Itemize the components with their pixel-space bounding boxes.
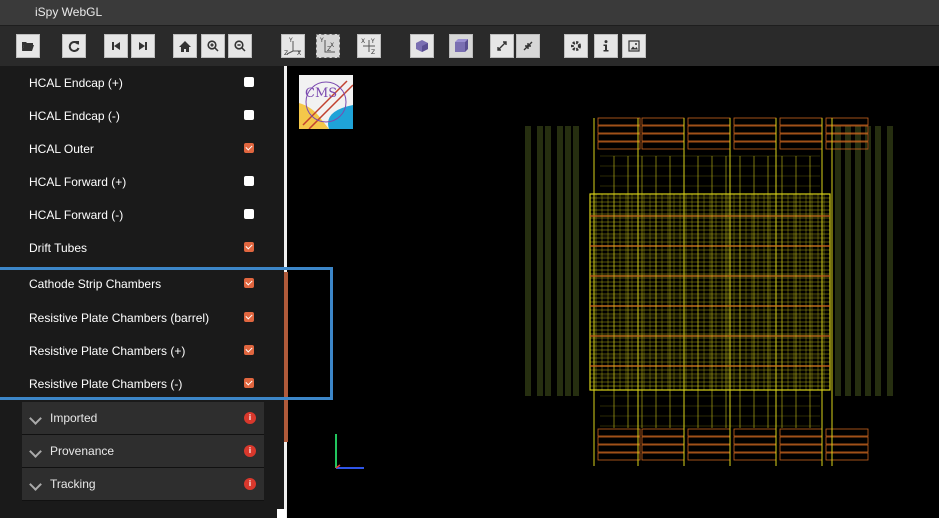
enter-fullscreen-button[interactable]: [490, 34, 514, 58]
layer-checkbox[interactable]: [244, 110, 254, 120]
zoom-out-button[interactable]: [228, 34, 252, 58]
info-badge: i: [244, 478, 256, 490]
previous-event-button[interactable]: [104, 34, 128, 58]
info-icon: [603, 40, 609, 52]
compress-icon: [523, 41, 533, 51]
zoom-in-button[interactable]: [201, 34, 225, 58]
axis-label: Z: [327, 46, 331, 53]
layer-label: HCAL Forward (-): [29, 208, 124, 222]
open-file-button[interactable]: [16, 34, 40, 58]
settings-button[interactable]: [564, 34, 588, 58]
expand-icon: [497, 41, 507, 51]
layer-checkbox[interactable]: [244, 77, 254, 87]
gear-icon: [571, 41, 581, 51]
layer-checkbox[interactable]: [244, 143, 254, 153]
view-rz-button[interactable]: X Y Z: [357, 34, 381, 58]
section-label: Provenance: [50, 444, 115, 458]
zoom-out-icon: [234, 40, 246, 52]
view-rphi-button[interactable]: Y X Z: [316, 34, 340, 58]
layer-checkbox[interactable]: [244, 242, 254, 252]
layer-label: HCAL Forward (+): [29, 175, 127, 189]
folder-open-icon: [22, 42, 34, 51]
cube-perspective-icon: [416, 40, 428, 52]
layer-label: HCAL Outer: [29, 142, 94, 156]
info-badge: i: [244, 412, 256, 424]
chevron-down-icon: [29, 478, 42, 491]
title-bar: iSpy WebGL: [0, 0, 939, 26]
section-label: Tracking: [50, 477, 96, 491]
layer-label: HCAL Endcap (+): [29, 76, 123, 90]
layer-row[interactable]: HCAL Outer: [0, 132, 270, 165]
section-provenance[interactable]: Provenance i: [22, 435, 264, 468]
exit-fullscreen-button[interactable]: [516, 34, 540, 58]
home-icon: [179, 40, 191, 52]
step-forward-icon: [139, 42, 147, 50]
zoom-in-icon: [207, 40, 219, 52]
cube-ortho-icon: [455, 39, 468, 52]
section-label: Imported: [50, 411, 98, 425]
layer-row[interactable]: HCAL Forward (-): [0, 198, 270, 231]
app-title: iSpy WebGL: [35, 5, 103, 19]
axis-label: Y: [288, 37, 293, 44]
axis-label: Z: [371, 49, 375, 56]
next-event-button[interactable]: [131, 34, 155, 58]
layer-row[interactable]: Drift Tubes: [0, 231, 270, 264]
image-icon: [628, 40, 640, 52]
cms-detector-wireframe: [525, 117, 893, 466]
detector-view: [335, 117, 893, 469]
section-imported[interactable]: Imported i: [22, 402, 264, 435]
perspective-button[interactable]: [410, 34, 434, 58]
layer-label: Drift Tubes: [29, 241, 88, 255]
toolbar: Y Z X Y X Z X Y Z: [0, 26, 939, 66]
chevron-down-icon: [29, 412, 42, 425]
axis-label: X: [297, 50, 301, 56]
orthographic-button[interactable]: [449, 34, 473, 58]
axis-label: Z: [284, 50, 288, 56]
layer-row[interactable]: HCAL Forward (+): [0, 165, 270, 198]
axes-rphi-icon: Y X Z: [319, 37, 335, 53]
layer-checkbox[interactable]: [244, 209, 254, 219]
axes-indicator: [335, 434, 364, 469]
axis-label: Y: [370, 38, 375, 45]
layer-row[interactable]: HCAL Endcap (+): [0, 66, 270, 99]
logo-text: CMS: [305, 86, 337, 101]
layer-label: HCAL Endcap (-): [29, 109, 120, 123]
section-tracking[interactable]: Tracking i: [22, 468, 264, 501]
cms-logo: CMS: [299, 75, 354, 130]
highlight-box: [0, 267, 333, 400]
axes-rz-icon: X Y Z: [361, 38, 375, 56]
axis-label: Y: [319, 37, 324, 44]
step-backward-icon: [112, 42, 120, 50]
info-button[interactable]: [594, 34, 618, 58]
resize-handle[interactable]: [277, 509, 286, 518]
chevron-down-icon: [29, 445, 42, 458]
info-badge: i: [244, 445, 256, 457]
axes-3d-icon: Y Z X: [284, 37, 301, 56]
axis-label: X: [361, 38, 365, 45]
home-button[interactable]: [173, 34, 197, 58]
view-3d-button[interactable]: Y Z X: [281, 34, 305, 58]
refresh-icon: [68, 41, 80, 52]
reload-button[interactable]: [62, 34, 86, 58]
screenshot-button[interactable]: [622, 34, 646, 58]
3d-viewport[interactable]: [290, 66, 939, 518]
layer-checkbox[interactable]: [244, 176, 254, 186]
layer-row[interactable]: HCAL Endcap (-): [0, 99, 270, 132]
app-window: iSpy WebGL Y Z X Y X Z X Y Z HCAL Endcap…: [0, 0, 939, 518]
